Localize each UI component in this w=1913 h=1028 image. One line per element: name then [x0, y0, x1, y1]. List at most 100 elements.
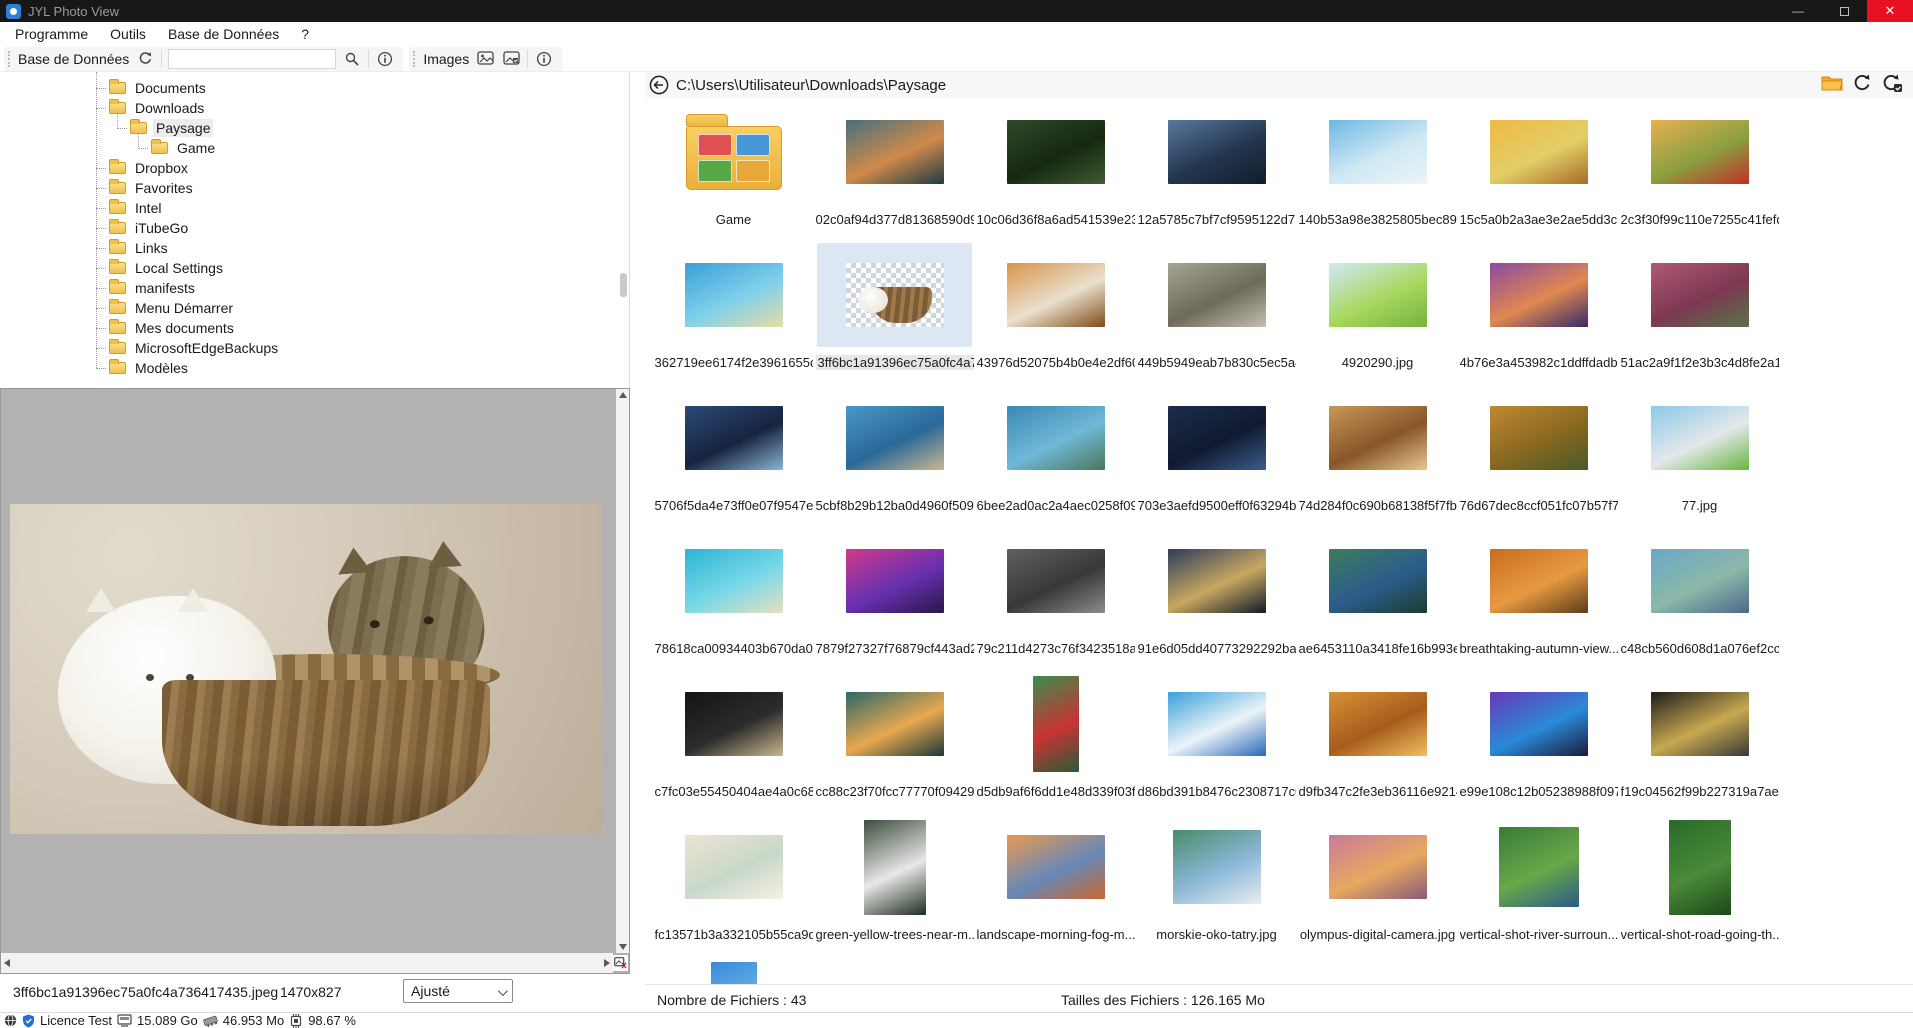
file-item[interactable]: 3ff6bc1a91396ec75a0fc4a73... [814, 243, 975, 386]
file-item[interactable]: c48cb560d608d1a076ef2cc4... [1619, 529, 1780, 672]
file-item[interactable]: 91e6d05dd40773292292bad... [1136, 529, 1297, 672]
maximize-button[interactable] [1821, 0, 1867, 22]
file-item[interactable]: e99e108c12b05238988f097e... [1458, 672, 1619, 815]
thumbnail [656, 100, 811, 204]
file-item[interactable]: 78618ca00934403b670da09... [653, 529, 814, 672]
preview-vertical-scrollbar[interactable] [616, 389, 629, 953]
back-button[interactable] [648, 74, 670, 96]
tree-item-downloads[interactable]: Downloads [0, 98, 629, 118]
tree-item-documents[interactable]: Documents [0, 78, 629, 98]
tree-item-microsoftedgebackups[interactable]: MicrosoftEdgeBackups [0, 338, 629, 358]
file-item[interactable]: green-yellow-trees-near-m... [814, 815, 975, 958]
file-item[interactable]: 362719ee6174f2e3961655ce... [653, 243, 814, 386]
tree-scrollbar-thumb[interactable] [620, 273, 627, 297]
remove-image-button[interactable] [612, 955, 628, 971]
file-item[interactable]: 7879f27327f76879cf443ad2... [814, 529, 975, 672]
tree-item-label: manifests [132, 279, 198, 297]
file-item[interactable]: 4b76e3a453982c1ddffdadb... [1458, 243, 1619, 386]
file-item[interactable]: 5706f5da4e73ff0e07f9547e4... [653, 386, 814, 529]
file-item[interactable]: 10c06d36f8a6ad541539e236... [975, 100, 1136, 243]
file-item[interactable]: 02c0af94d377d81368590d9d... [814, 100, 975, 243]
file-item[interactable]: fc13571b3a332105b55ca9d4... [653, 815, 814, 958]
file-item[interactable]: 74d284f0c690b68138f5f7fb6... [1297, 386, 1458, 529]
tree-item-itubego[interactable]: iTubeGo [0, 218, 629, 238]
menu-item-outils[interactable]: Outils [99, 23, 157, 45]
refresh-checked-icon[interactable] [1881, 73, 1903, 98]
file-item[interactable]: 76d67dec8ccf051fc07b57f7... [1458, 386, 1619, 529]
folder-icon [151, 142, 168, 154]
tree-item-mod-les[interactable]: Modèles [0, 358, 629, 378]
file-item[interactable]: d9fb347c2fe3eb36116e9214... [1297, 672, 1458, 815]
tree-item-mes-documents[interactable]: Mes documents [0, 318, 629, 338]
file-item[interactable]: 4920290.jpg [1297, 243, 1458, 386]
search-icon[interactable] [342, 49, 362, 69]
menu-item-base-de-donn-es[interactable]: Base de Données [157, 23, 290, 45]
file-item[interactable]: morskie-oko-tatry.jpg [1136, 815, 1297, 958]
refresh-database-icon[interactable] [135, 49, 155, 69]
zoom-mode-select[interactable]: Ajusté [403, 979, 513, 1003]
scroll-right-arrow[interactable] [604, 959, 610, 967]
tree-connector [117, 128, 127, 129]
tree-item-intel[interactable]: Intel [0, 198, 629, 218]
open-folder-icon[interactable] [1821, 74, 1843, 97]
preview-image[interactable] [10, 504, 602, 834]
tree-connector [96, 368, 106, 369]
file-item[interactable]: 12a5785c7bf7cf9595122d7b... [1136, 100, 1297, 243]
license-shield-icon [22, 1014, 35, 1028]
file-item[interactable]: 5cbf8b29b12ba0d4960f509... [814, 386, 975, 529]
image-thumbnail [846, 406, 944, 470]
file-item[interactable]: 51ac2a9f1f2e3b3c4d8fe2a1... [1619, 243, 1780, 386]
close-button[interactable]: ✕ [1867, 0, 1913, 22]
image-thumbnail [1329, 835, 1427, 899]
database-info-icon[interactable] [375, 49, 395, 69]
folder-item[interactable]: Game [653, 100, 814, 243]
tree-item-local-settings[interactable]: Local Settings [0, 258, 629, 278]
file-item[interactable]: d86bd391b8476c2308717c0... [1136, 672, 1297, 815]
tree-item-game[interactable]: Game [0, 138, 629, 158]
scroll-left-arrow[interactable] [4, 959, 10, 967]
file-name: 5cbf8b29b12ba0d4960f509... [816, 498, 974, 515]
file-item[interactable]: breathtaking-autumn-view... [1458, 529, 1619, 672]
file-item[interactable]: 79c211d4273c76f3423518ab... [975, 529, 1136, 672]
file-item[interactable]: landscape-morning-fog-m... [975, 815, 1136, 958]
file-item[interactable]: 77.jpg [1619, 386, 1780, 529]
file-item[interactable]: f19c04562f99b227319a7aef7... [1619, 672, 1780, 815]
image-edit-icon[interactable] [501, 49, 521, 69]
file-item[interactable]: 140b53a98e3825805bec89e... [1297, 100, 1458, 243]
file-item[interactable]: 703e3aefd9500eff0f63294bc... [1136, 386, 1297, 529]
file-item[interactable]: ae6453110a3418fe16b993ef... [1297, 529, 1458, 672]
file-item[interactable]: 6bee2ad0ac2a4aec0258f093... [975, 386, 1136, 529]
toolbar-grip [413, 51, 415, 67]
menu-item-programme[interactable]: Programme [4, 23, 99, 45]
file-item[interactable]: cc88c23f70fcc77770f094298... [814, 672, 975, 815]
tree-item-menu-d-marrer[interactable]: Menu Démarrer [0, 298, 629, 318]
titlebar: JYL Photo View — ✕ [0, 0, 1913, 22]
refresh-icon[interactable] [1852, 73, 1872, 98]
image-thumbnail [846, 120, 944, 184]
tree-item-manifests[interactable]: manifests [0, 278, 629, 298]
image-action-icon[interactable] [475, 49, 495, 69]
file-item[interactable]: olympus-digital-camera.jpg [1297, 815, 1458, 958]
file-item[interactable]: vertical-shot-river-surroun... [1458, 815, 1619, 958]
file-item[interactable]: c7fc03e55450404ae4a0c68b... [653, 672, 814, 815]
scroll-up-arrow[interactable] [619, 392, 627, 398]
preview-horizontal-scrollbar[interactable] [1, 953, 613, 973]
scroll-down-arrow[interactable] [619, 944, 627, 950]
database-search-input[interactable] [168, 49, 336, 69]
menu-item-?[interactable]: ? [290, 23, 320, 45]
file-grid: Game02c0af94d377d81368590d9d...10c06d36f… [653, 98, 1787, 984]
file-item[interactable]: vertical-shot-road-going-th... [1619, 815, 1780, 958]
minimize-button[interactable]: — [1775, 0, 1821, 22]
file-item[interactable]: d5db9af6f6dd1e48d339f03f... [975, 672, 1136, 815]
tree-item-links[interactable]: Links [0, 238, 629, 258]
images-info-icon[interactable] [534, 49, 554, 69]
file-item[interactable]: 449b5949eab7b830c5ec5a4... [1136, 243, 1297, 386]
thumbnail [1622, 386, 1777, 490]
file-item[interactable]: 43976d52075b4b0e4e2df60... [975, 243, 1136, 386]
tree-item-favorites[interactable]: Favorites [0, 178, 629, 198]
file-item[interactable]: 15c5a0b2a3ae3e2ae5dd3c1... [1458, 100, 1619, 243]
tree-item-dropbox[interactable]: Dropbox [0, 158, 629, 178]
tree-item-paysage[interactable]: Paysage [0, 118, 629, 138]
file-item[interactable] [653, 958, 814, 984]
file-item[interactable]: 2c3f30f99c110e7255c41fefd... [1619, 100, 1780, 243]
